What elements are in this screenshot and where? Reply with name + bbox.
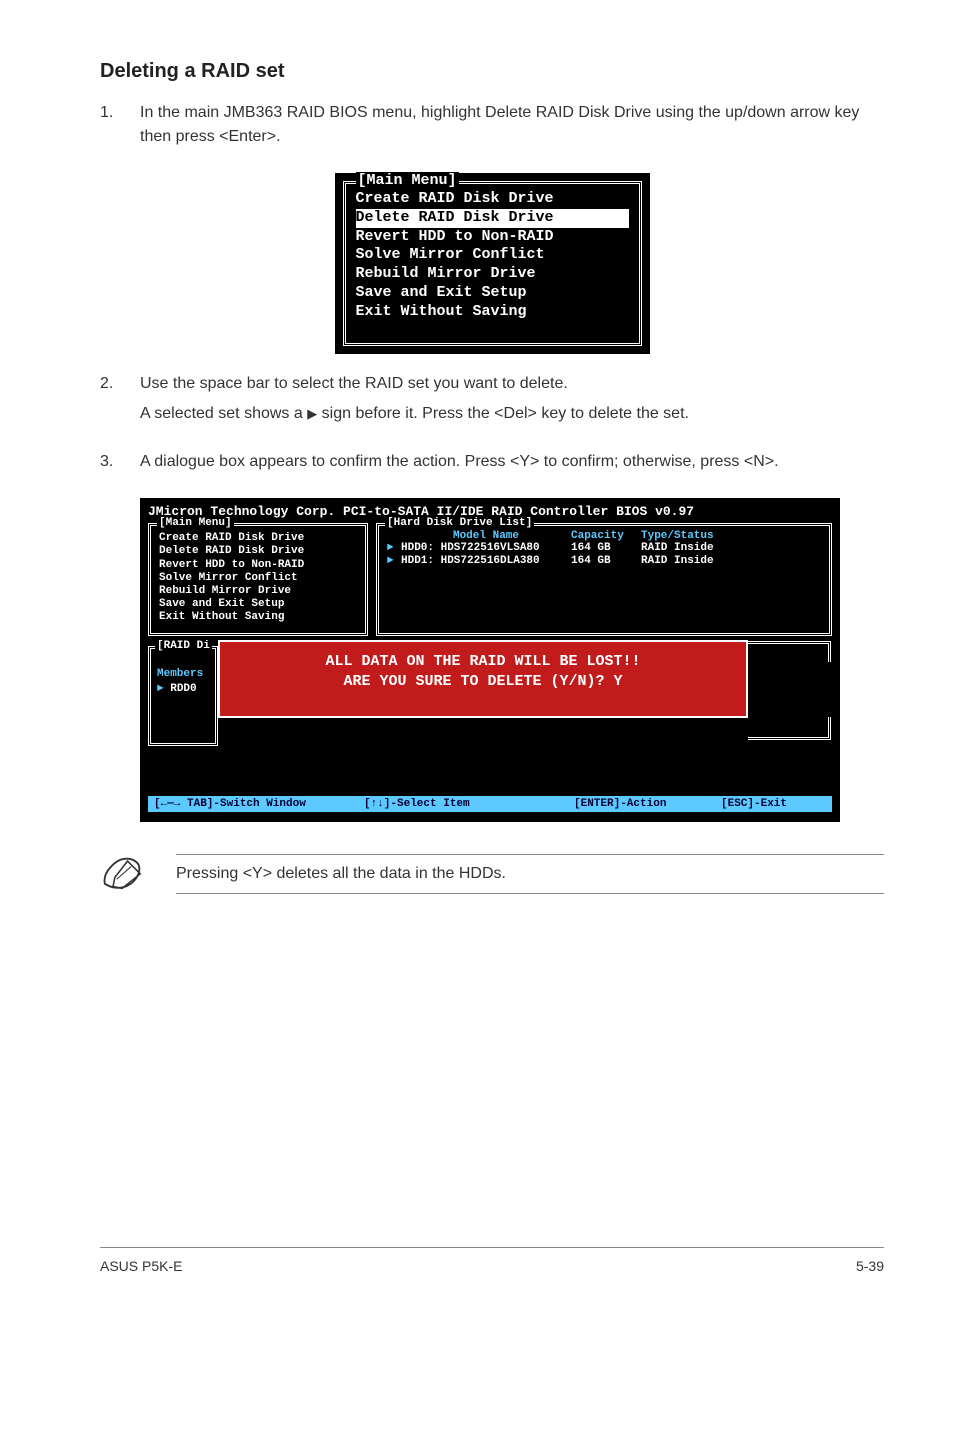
step-text-3: A dialogue box appears to confirm the ac… [140, 450, 884, 474]
bios-warning-line2: ARE YOU SURE TO DELETE (Y/N)? Y [228, 672, 738, 692]
bios-hdd-row-1: ► HDD1: HDS722516DLA380 164 GB RAID Insi… [387, 555, 821, 568]
menu-item-exit: Exit Without Saving [356, 303, 629, 322]
bios-raid-title: [RAID Di [155, 640, 212, 652]
bios-panel-fragment-top [748, 641, 831, 662]
bios-raid-row0: ► RDD0 [157, 682, 209, 697]
step-num-2: 2. [100, 372, 140, 432]
bios-menu-revert: Revert HDD to Non-RAID [159, 559, 357, 572]
main-menu-title: [Main Menu] [356, 172, 459, 189]
bios-menu-delete: Delete RAID Disk Drive [159, 545, 357, 558]
bios-menu-save: Save and Exit Setup [159, 598, 357, 611]
bios-panel-fragment-bottom [748, 717, 831, 740]
footer-left: ASUS P5K-E [100, 1258, 182, 1274]
bios-hdd-title: [Hard Disk Drive List] [385, 517, 534, 529]
bios-footer-action: [ENTER]-Action [574, 798, 721, 810]
bios-footer-select: [↑↓]-Select Item [364, 798, 574, 810]
step-text-2b: A selected set shows a ▶ sign before it.… [140, 402, 884, 426]
menu-item-solve: Solve Mirror Conflict [356, 246, 629, 265]
menu-item-delete: Delete RAID Disk Drive [356, 209, 629, 228]
menu-item-revert: Revert HDD to Non-RAID [356, 228, 629, 247]
menu-item-rebuild: Rebuild Mirror Drive [356, 265, 629, 284]
section-heading: Deleting a RAID set [100, 60, 884, 83]
menu-item-save: Save and Exit Setup [356, 284, 629, 303]
bios-footer-tabs: [←—→ TAB]-Switch Window [154, 798, 364, 810]
note-pencil-icon [100, 852, 146, 897]
bios-hdd-row-0: ► HDD0: HDS722516VLSA80 164 GB RAID Insi… [387, 542, 821, 555]
bios-raid-panel: [RAID Di Members ► RDD0 [148, 646, 218, 746]
step-text-2a: Use the space bar to select the RAID set… [140, 372, 884, 396]
bios-hdd-panel: [Hard Disk Drive List] Model Name Capaci… [376, 523, 832, 635]
note-text: Pressing <Y> deletes all the data in the… [176, 854, 884, 894]
bios-warning-dialog: ALL DATA ON THE RAID WILL BE LOST!! ARE … [218, 640, 748, 719]
bios-menu-solve: Solve Mirror Conflict [159, 572, 357, 585]
bios-menu-create: Create RAID Disk Drive [159, 532, 357, 545]
triangle-icon: ▶ [307, 404, 317, 424]
footer-right: 5-39 [856, 1258, 884, 1274]
bios-main-menu-title: [Main Menu] [157, 517, 234, 529]
step-num-3: 3. [100, 450, 140, 480]
step-num-1: 1. [100, 101, 140, 155]
step-text-1: In the main JMB363 RAID BIOS menu, highl… [140, 101, 884, 149]
bios-footer-esc: [ESC]-Exit [721, 798, 826, 810]
main-menu-screenshot: [Main Menu] Create RAID Disk Drive Delet… [335, 173, 650, 354]
bios-main-menu-panel: [Main Menu] Create RAID Disk Drive Delet… [148, 523, 368, 635]
menu-item-create: Create RAID Disk Drive [356, 190, 629, 209]
bios-warning-line1: ALL DATA ON THE RAID WILL BE LOST!! [228, 652, 738, 672]
bios-menu-exit: Exit Without Saving [159, 611, 357, 624]
bios-hdd-header: Model Name Capacity Type/Status [387, 530, 821, 542]
bios-footer: [←—→ TAB]-Switch Window [↑↓]-Select Item… [148, 796, 832, 812]
bios-raid-members: Members [157, 667, 209, 682]
bios-menu-rebuild: Rebuild Mirror Drive [159, 585, 357, 598]
bios-screenshot: JMicron Technology Corp. PCI-to-SATA II/… [140, 498, 840, 821]
